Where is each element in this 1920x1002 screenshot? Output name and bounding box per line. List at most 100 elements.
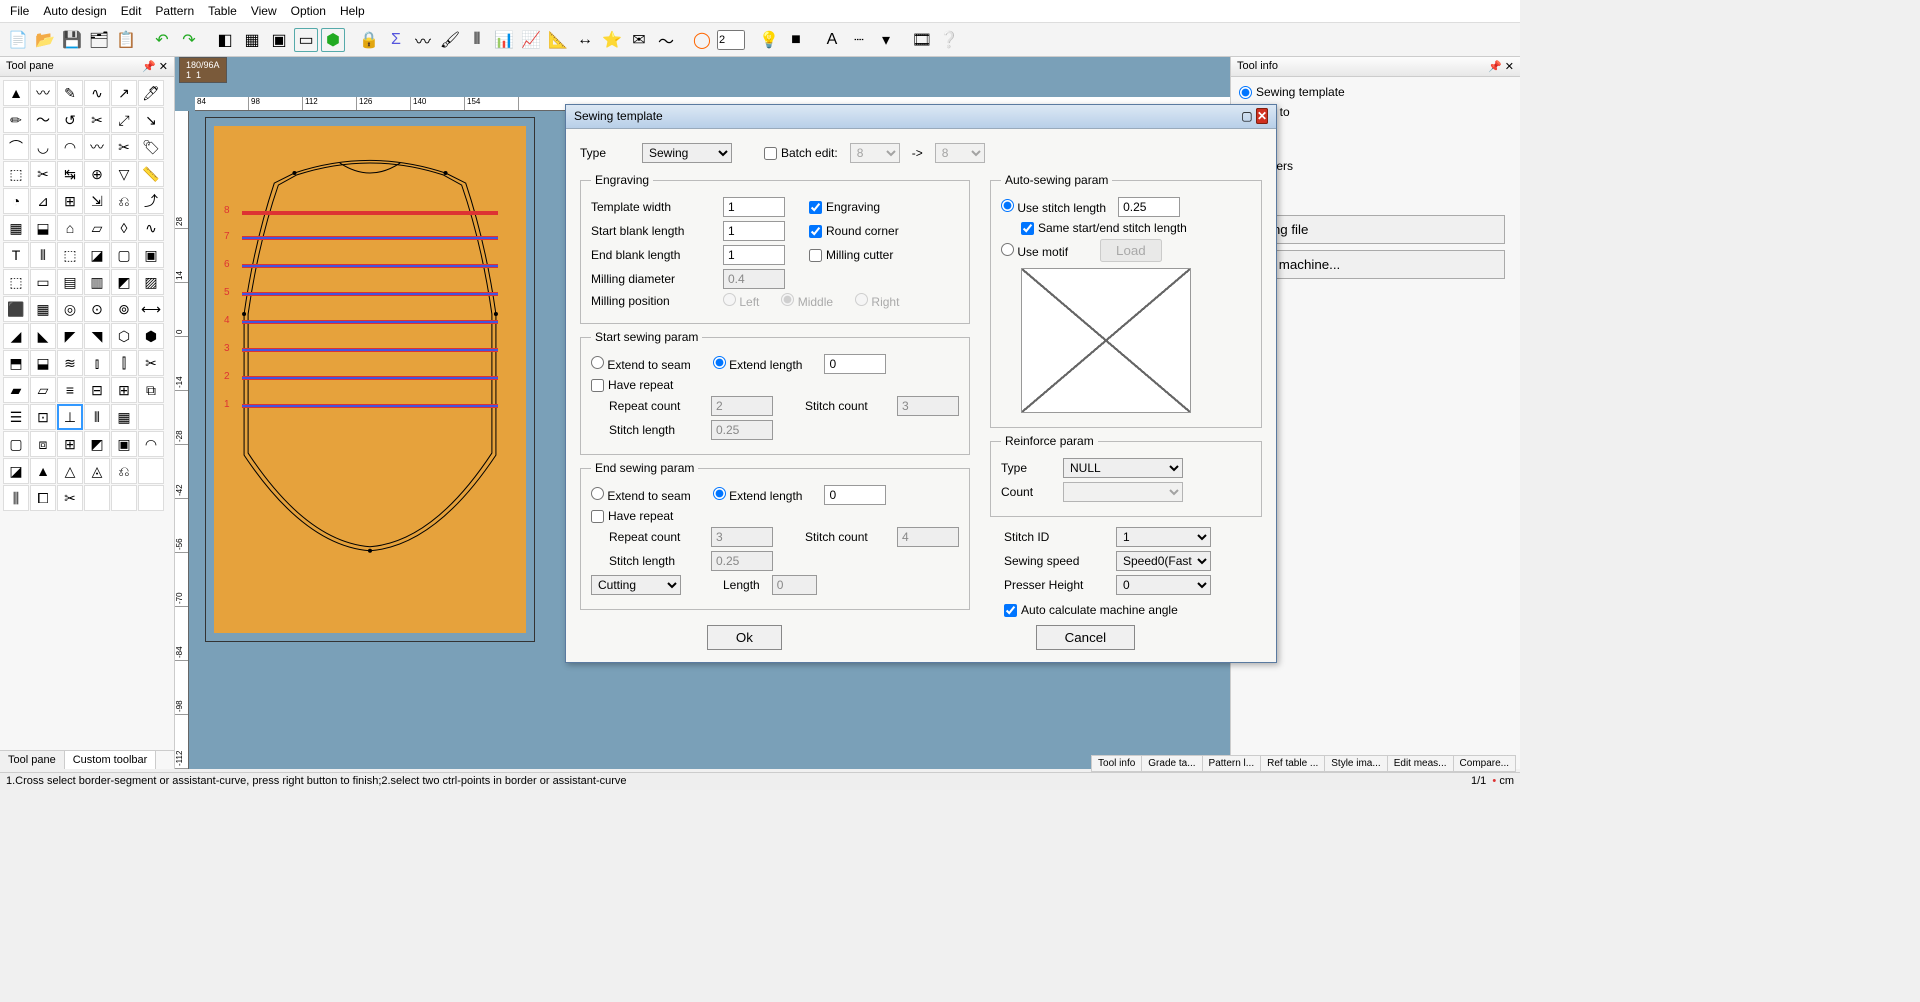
- tool-icon[interactable]: ⤴: [138, 188, 164, 214]
- auto-angle-checkbox[interactable]: [1004, 604, 1017, 617]
- use-stitch-input[interactable]: [1118, 197, 1180, 217]
- use-motif-radio[interactable]: [1001, 243, 1014, 256]
- ok-button[interactable]: Ok: [707, 625, 782, 650]
- type-select[interactable]: Sewing: [642, 143, 732, 163]
- tool-icon[interactable]: ⬓: [30, 215, 56, 241]
- tool-icon[interactable]: ▽: [111, 161, 137, 187]
- menu-file[interactable]: File: [10, 4, 29, 18]
- tool-icon[interactable]: ⌒: [3, 134, 29, 160]
- ep-extend-len-input[interactable]: [824, 485, 886, 505]
- tool-icon[interactable]: ⬒: [3, 350, 29, 376]
- saveall-icon[interactable]: 🗂: [87, 28, 111, 52]
- tab[interactable]: Edit meas...: [1387, 755, 1454, 772]
- tool-icon[interactable]: ⫴: [84, 404, 110, 430]
- tab[interactable]: Style ima...: [1324, 755, 1387, 772]
- milling-cutter-checkbox[interactable]: [809, 249, 822, 262]
- tab[interactable]: Compare...: [1453, 755, 1516, 772]
- tool-icon[interactable]: [138, 458, 164, 484]
- tool-icon[interactable]: ⧈: [30, 431, 56, 457]
- text-icon[interactable]: A: [820, 28, 844, 52]
- menu-pattern[interactable]: Pattern: [155, 4, 194, 18]
- tool-icon[interactable]: ⬚: [57, 242, 83, 268]
- tool-icon[interactable]: ◊: [111, 215, 137, 241]
- presser-height-select[interactable]: 0: [1116, 575, 1211, 595]
- ep-extend-len[interactable]: [713, 487, 726, 500]
- tool-icon[interactable]: ⊟: [84, 377, 110, 403]
- tool-icon[interactable]: ⊥: [57, 404, 83, 430]
- tab[interactable]: Grade ta...: [1141, 755, 1202, 772]
- tool-select-icon[interactable]: ▲: [3, 80, 29, 106]
- tool-icon[interactable]: ⇲: [84, 188, 110, 214]
- color-icon[interactable]: ◯: [690, 28, 714, 52]
- tool-icon[interactable]: ⬢: [138, 323, 164, 349]
- new-icon[interactable]: 📄: [6, 28, 30, 52]
- tool-icon[interactable]: ∿: [138, 215, 164, 241]
- tool-tag-icon[interactable]: 🏷: [138, 134, 164, 160]
- tool-icon[interactable]: ⫿: [111, 350, 137, 376]
- cutting-select[interactable]: Cutting: [591, 575, 681, 595]
- sp-extend-len[interactable]: [713, 356, 726, 369]
- env-icon[interactable]: ✉: [627, 28, 651, 52]
- brush-icon[interactable]: 🖌: [438, 28, 462, 52]
- tool-icon[interactable]: ⦀: [30, 242, 56, 268]
- tool-icon[interactable]: ▰: [3, 377, 29, 403]
- sp-extend-seam[interactable]: [591, 356, 604, 369]
- sewing-file-button[interactable]: ewing file: [1246, 215, 1505, 244]
- tab[interactable]: Tool info: [1091, 755, 1142, 772]
- menu-autodesign[interactable]: Auto design: [43, 4, 106, 18]
- help-icon[interactable]: ❔: [937, 28, 961, 52]
- tool-icon[interactable]: ⊙: [84, 296, 110, 322]
- rect-icon[interactable]: ▭: [294, 28, 318, 52]
- tool-icon[interactable]: ◪: [84, 242, 110, 268]
- tool-compass-icon[interactable]: ⊕: [84, 161, 110, 187]
- tool-icon[interactable]: ▨: [138, 269, 164, 295]
- tool-icon[interactable]: ⎌: [111, 458, 137, 484]
- tool-icon[interactable]: ✂: [57, 485, 83, 511]
- to-machine-button[interactable]: e to machine...: [1246, 250, 1505, 279]
- tool-icon[interactable]: ◡: [30, 134, 56, 160]
- sigma-icon[interactable]: Σ: [384, 28, 408, 52]
- tool-icon[interactable]: ⬡: [111, 323, 137, 349]
- tool-icon[interactable]: ◠: [138, 431, 164, 457]
- table-icon[interactable]: ▦: [240, 28, 264, 52]
- tool-icon[interactable]: ⌂: [57, 215, 83, 241]
- tool-icon[interactable]: ▤: [57, 269, 83, 295]
- menu-edit[interactable]: Edit: [121, 4, 142, 18]
- file-tab[interactable]: 180/96A1 1: [179, 57, 227, 83]
- tool-icon[interactable]: ⊞: [57, 431, 83, 457]
- sp-extend-len-input[interactable]: [824, 354, 886, 374]
- tool-icon[interactable]: ↹: [57, 161, 83, 187]
- tool-icon[interactable]: ⬓: [30, 350, 56, 376]
- tool-icon[interactable]: ▱: [30, 377, 56, 403]
- shield-icon[interactable]: ⬢: [321, 28, 345, 52]
- close-icon[interactable]: ✕: [1256, 108, 1268, 124]
- tool-ruler-icon[interactable]: 📏: [138, 161, 164, 187]
- tab-toolpane[interactable]: Tool pane: [0, 751, 65, 769]
- tool-marker-icon[interactable]: 🖊: [138, 80, 164, 106]
- dropdown-icon[interactable]: ▾: [874, 28, 898, 52]
- batch-edit-checkbox[interactable]: [764, 147, 777, 160]
- tool-bezier-icon[interactable]: ∿: [84, 80, 110, 106]
- bulb-icon[interactable]: 💡: [757, 28, 781, 52]
- reinforce-type-select[interactable]: NULL: [1063, 458, 1183, 478]
- tool-icon[interactable]: ◩: [84, 431, 110, 457]
- wave-icon[interactable]: 〰: [411, 28, 435, 52]
- end-blank-input[interactable]: [723, 245, 785, 265]
- engraving-checkbox[interactable]: [809, 201, 822, 214]
- tool-icon[interactable]: ⟷: [138, 296, 164, 322]
- sewing-template-radio[interactable]: [1239, 86, 1252, 99]
- tool-icon[interactable]: ◣: [30, 323, 56, 349]
- tool-icon[interactable]: ▭: [30, 269, 56, 295]
- tool-icon[interactable]: ▣: [111, 431, 137, 457]
- tool-icon[interactable]: ⤢: [111, 107, 137, 133]
- tool-icon[interactable]: ≡: [57, 377, 83, 403]
- tool-icon[interactable]: ⧉: [138, 377, 164, 403]
- tool-pen-icon[interactable]: ✎: [57, 80, 83, 106]
- tool-icon[interactable]: ↘: [138, 107, 164, 133]
- tool-icon[interactable]: ◎: [57, 296, 83, 322]
- same-se-checkbox[interactable]: [1021, 222, 1034, 235]
- measure-icon[interactable]: 📐: [546, 28, 570, 52]
- tool-icon[interactable]: ⬚: [3, 269, 29, 295]
- tool-icon[interactable]: ⊚: [111, 296, 137, 322]
- tool-curve-icon[interactable]: 〰: [30, 80, 56, 106]
